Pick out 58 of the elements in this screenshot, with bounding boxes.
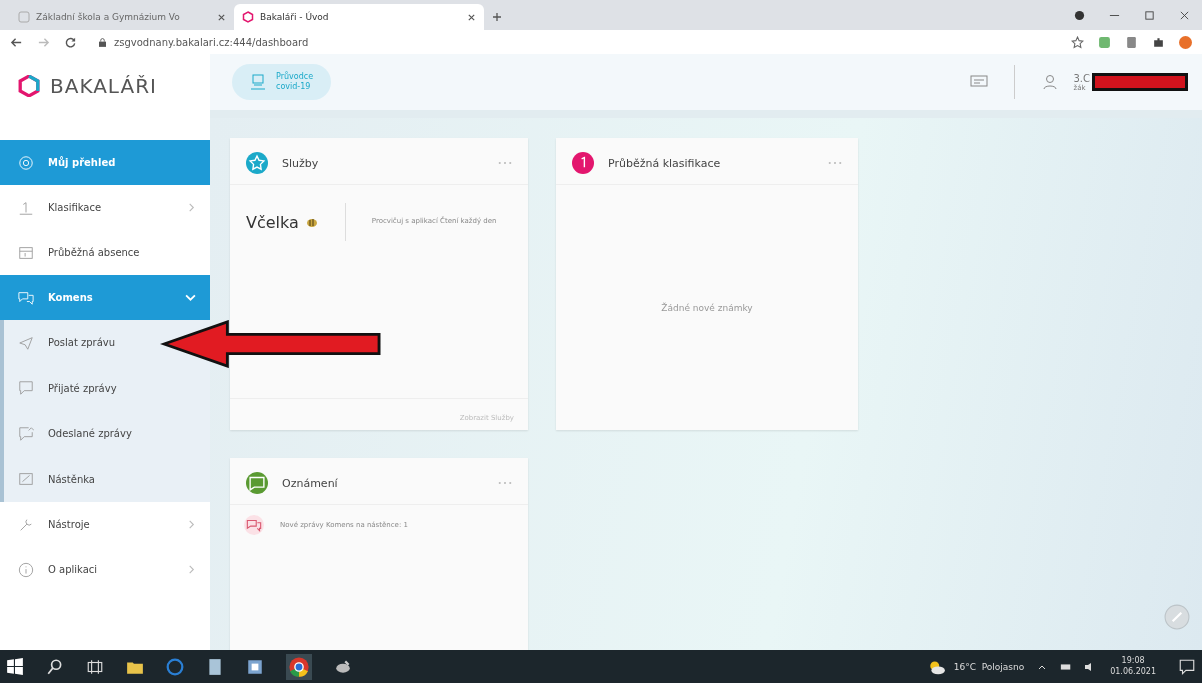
notification-icon[interactable] (1178, 657, 1196, 676)
battery-icon[interactable] (1060, 661, 1073, 672)
card-title: Oznámení (282, 476, 339, 490)
empty-message: Žádné nové známky (661, 302, 753, 313)
url-text: zsgvodnany.bakalari.cz:444/dashboard (114, 36, 309, 48)
chrome-icon[interactable] (286, 653, 312, 680)
browser-icon[interactable] (166, 657, 184, 676)
calendar-icon (18, 244, 34, 261)
app-logo[interactable]: BAKALÁŘI (50, 74, 157, 98)
board-icon (18, 471, 34, 488)
logo-icon (18, 75, 40, 97)
record-icon[interactable] (1074, 9, 1085, 21)
close-icon[interactable] (467, 12, 476, 22)
chevron-down-icon[interactable] (185, 292, 196, 303)
tools-icon (18, 516, 34, 533)
search-icon[interactable] (46, 657, 64, 676)
user-class: 3.C (1073, 72, 1090, 84)
favicon-icon (18, 11, 30, 23)
maximize-icon[interactable] (1144, 9, 1155, 21)
document-icon[interactable] (206, 657, 224, 676)
extension-icon[interactable] (1125, 35, 1138, 49)
lock-icon (99, 37, 106, 47)
document-icon[interactable] (246, 657, 264, 676)
clock-date[interactable]: 01.06.2021 (1110, 666, 1156, 677)
profile-avatar[interactable] (1179, 35, 1192, 49)
browser-tab[interactable]: Bakaláři - Úvod (234, 4, 484, 30)
close-icon[interactable] (1179, 9, 1190, 21)
grade-icon (18, 199, 34, 216)
sidebar-item[interactable]: Nástroje (0, 502, 210, 547)
service-link[interactable]: Včelka (246, 203, 346, 241)
submenu-item[interactable]: Nástěnka (4, 456, 109, 502)
submenu-item[interactable]: Přijaté zprávy (4, 365, 131, 411)
new-tab-icon[interactable] (492, 12, 502, 22)
favicon-icon (242, 11, 254, 23)
task-view-icon[interactable] (86, 657, 104, 676)
weather-text[interactable]: 16°C Polojasno (953, 661, 1025, 672)
reload-icon[interactable] (64, 35, 77, 49)
submenu-item[interactable]: Odeslané zprávy (4, 411, 146, 457)
chat-icon (18, 289, 34, 306)
sidebar-item[interactable]: O aplikaci (0, 547, 210, 592)
address-field[interactable]: zsgvodnany.bakalari.cz:444/dashboard (91, 32, 1057, 52)
star-icon[interactable] (1071, 35, 1084, 49)
send-icon (18, 334, 34, 351)
outbox-icon (18, 425, 34, 442)
inbox-icon (18, 380, 34, 397)
dashboard-icon (18, 154, 34, 171)
start-icon[interactable] (6, 657, 24, 676)
browser-tab[interactable]: Základní škola a Gymnázium Vo (10, 4, 234, 30)
sidebar-item[interactable]: Klasifikace (0, 185, 210, 230)
chat-icon (244, 515, 264, 535)
clock-time[interactable]: 19:08 (1121, 656, 1145, 667)
bee-icon (304, 216, 319, 228)
info-icon (18, 561, 34, 578)
sidebar-item[interactable]: Průběžná absence (0, 230, 210, 275)
close-icon[interactable] (217, 12, 226, 22)
card-title: Průběžná klasifikace (608, 156, 722, 170)
card-title: Služby (282, 156, 320, 170)
submenu-item[interactable]: Poslat zprávu (4, 320, 130, 366)
